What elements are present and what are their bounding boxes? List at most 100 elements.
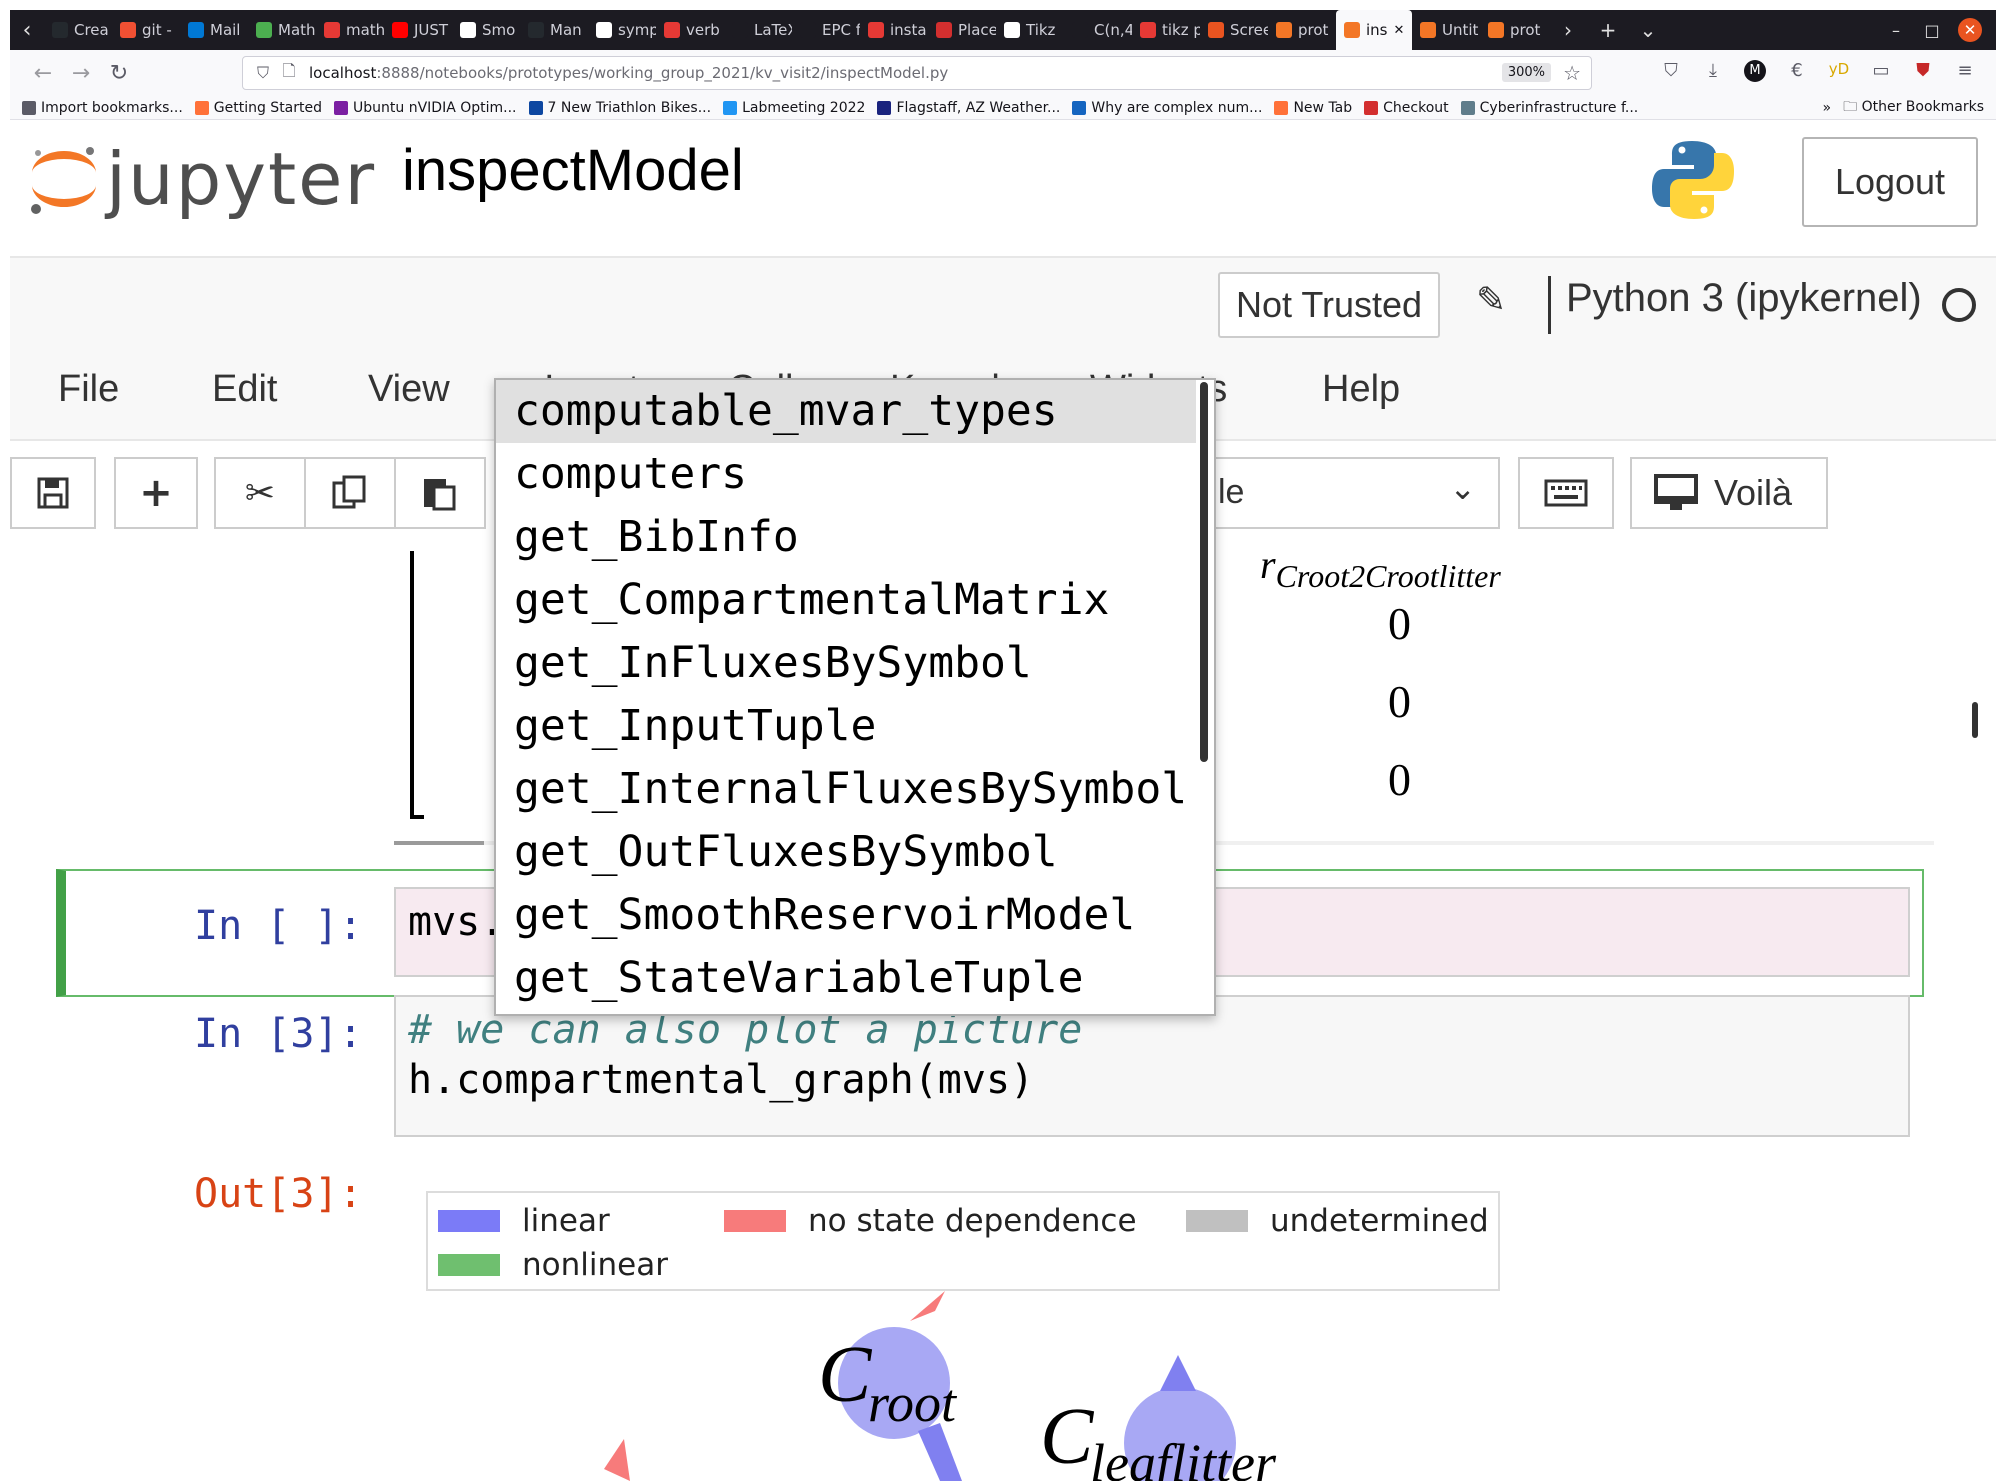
bookmark-item[interactable]: Flagstaff, AZ Weather... bbox=[877, 100, 1060, 116]
browser-tab[interactable]: Math bbox=[248, 10, 316, 50]
new-tab-icon[interactable]: + bbox=[1588, 18, 1628, 42]
ublock-icon[interactable]: ⛊ bbox=[1912, 60, 1934, 82]
completion-option[interactable]: computable_mvar_types bbox=[496, 380, 1196, 443]
window-close-icon[interactable]: ✕ bbox=[1958, 18, 1982, 42]
bookmark-item[interactable]: 7 New Triathlon Bikes... bbox=[528, 100, 711, 116]
page-info-icon[interactable]: 🗋 bbox=[277, 60, 301, 87]
kernel-name[interactable]: Python 3 (ipykernel) bbox=[1566, 276, 1922, 321]
bookmark-item[interactable]: Labmeeting 2022 bbox=[723, 100, 865, 116]
bookmark-item[interactable]: Getting Started bbox=[194, 100, 322, 116]
cut-button[interactable]: ✂ bbox=[214, 457, 306, 529]
browser-tab[interactable]: JUST bbox=[384, 10, 452, 50]
edit-pencil-icon[interactable]: ✎ bbox=[1476, 280, 1506, 321]
minimize-icon[interactable]: – bbox=[1878, 21, 1914, 40]
insert-cell-button[interactable]: + bbox=[114, 457, 198, 529]
list-tabs-icon[interactable]: ⌄ bbox=[1628, 18, 1668, 42]
browser-tab[interactable]: Scree bbox=[1200, 10, 1268, 50]
cell-type-select[interactable]: le ⌄ bbox=[1210, 457, 1500, 529]
scissors-icon: ✂ bbox=[244, 472, 276, 514]
copy-button[interactable] bbox=[304, 457, 396, 529]
keyboard-shortcuts-button[interactable] bbox=[1518, 457, 1614, 529]
more-bookmarks-icon[interactable]: » bbox=[1823, 100, 1832, 116]
browser-tab[interactable]: git - bbox=[112, 10, 180, 50]
completion-option[interactable]: computers bbox=[496, 443, 1214, 506]
browser-tab[interactable]: Untit bbox=[1412, 10, 1480, 50]
account-icon[interactable]: M bbox=[1744, 60, 1766, 82]
tab-favicon-icon bbox=[120, 22, 136, 38]
completion-option[interactable]: get_CompartmentalMatrix bbox=[496, 569, 1214, 632]
browser-tab[interactable]: Smo bbox=[452, 10, 520, 50]
browser-tab[interactable]: Crea bbox=[44, 10, 112, 50]
output-scroll-thumb[interactable] bbox=[394, 841, 484, 845]
jupyter-wordmark[interactable]: jupyter bbox=[106, 137, 376, 221]
completer-scrollbar[interactable] bbox=[1200, 382, 1208, 762]
tab-scroll-left-icon[interactable]: ‹ bbox=[10, 18, 44, 43]
browser-tab[interactable]: verb bbox=[656, 10, 724, 50]
maximize-icon[interactable]: □ bbox=[1914, 21, 1950, 40]
bookmark-star-icon[interactable]: ☆ bbox=[1563, 61, 1581, 85]
menu-view[interactable]: View bbox=[368, 368, 450, 411]
browser-tab[interactable]: LaTeX c bbox=[724, 10, 792, 50]
browser-tab[interactable]: prot bbox=[1268, 10, 1336, 50]
not-trusted-button[interactable]: Not Trusted bbox=[1218, 272, 1440, 338]
completion-option[interactable]: get_StateVariableTuple bbox=[496, 947, 1214, 1010]
browser-tab[interactable]: Place bbox=[928, 10, 996, 50]
autocomplete-dropdown[interactable]: computable_mvar_types computers get_BibInf… bbox=[494, 378, 1216, 1016]
jupyter-logo-icon[interactable] bbox=[24, 139, 104, 219]
voila-button[interactable]: Voilà bbox=[1630, 457, 1828, 529]
completion-option[interactable]: get_OutFluxesBySymbol bbox=[496, 821, 1214, 884]
url-bar[interactable]: ⛉ 🗋 localhost:8888/notebooks/prototypes/… bbox=[242, 56, 1592, 90]
tab-title: ins bbox=[1366, 21, 1388, 39]
forward-icon[interactable]: → bbox=[62, 61, 100, 86]
extension-icon[interactable]: € bbox=[1786, 60, 1808, 82]
back-icon[interactable]: ← bbox=[24, 61, 62, 86]
bookmark-item[interactable]: Checkout bbox=[1364, 100, 1449, 116]
completion-option[interactable]: get_InternalFluxesBySymbol bbox=[496, 758, 1214, 821]
save-button[interactable] bbox=[10, 457, 96, 529]
browser-tab[interactable]: Man bbox=[520, 10, 588, 50]
pocket-icon[interactable]: ⛉ bbox=[1660, 60, 1682, 82]
url-path: :8888/notebooks/prototypes/working_group… bbox=[376, 64, 949, 82]
logout-button[interactable]: Logout bbox=[1802, 137, 1978, 227]
downloads-icon[interactable]: ⤓ bbox=[1702, 60, 1724, 82]
tab-title: Crea bbox=[74, 21, 109, 39]
completion-option[interactable]: get_BibInfo bbox=[496, 506, 1214, 569]
app-menu-icon[interactable]: ≡ bbox=[1954, 60, 1976, 82]
paste-button[interactable] bbox=[394, 457, 486, 529]
completion-option[interactable]: get_SmoothReservoirModel bbox=[496, 884, 1214, 947]
completion-option[interactable]: get_InputTuple bbox=[496, 695, 1214, 758]
tab-list: Crea git - Mail Math math JUST Smo Man symp verb L… bbox=[44, 10, 1548, 50]
bookmark-item[interactable]: Cyberinfrastructure f... bbox=[1460, 100, 1638, 116]
yandex-icon[interactable]: yD bbox=[1828, 60, 1850, 82]
completion-option[interactable]: get_InFluxesBySymbol bbox=[496, 632, 1214, 695]
menu-edit[interactable]: Edit bbox=[212, 368, 277, 411]
tab-favicon-icon bbox=[1488, 22, 1504, 38]
menu-help[interactable]: Help bbox=[1322, 368, 1400, 411]
browser-tab[interactable]: EPC flov bbox=[792, 10, 860, 50]
page-scrollbar-thumb[interactable] bbox=[1972, 702, 1978, 738]
bookmark-item[interactable]: Import bookmarks... bbox=[22, 100, 183, 116]
bookmark-item[interactable]: New Tab bbox=[1274, 100, 1352, 116]
bookmark-item[interactable]: Why are complex num... bbox=[1072, 100, 1262, 116]
browser-tab[interactable]: ins ✕ bbox=[1336, 10, 1412, 50]
browser-tab[interactable]: prot bbox=[1480, 10, 1548, 50]
other-bookmarks-folder[interactable]: 🗀 Other Bookmarks bbox=[1843, 96, 1984, 120]
bookmark-item[interactable]: Ubuntu nVIDIA Optim... bbox=[334, 100, 517, 116]
browser-tab[interactable]: Mail bbox=[180, 10, 248, 50]
browser-tab[interactable]: insta bbox=[860, 10, 928, 50]
menu-file[interactable]: File bbox=[58, 368, 119, 411]
browser-tab[interactable]: symp bbox=[588, 10, 656, 50]
zoom-level-badge[interactable]: 300% bbox=[1501, 63, 1551, 82]
browser-tab[interactable]: math bbox=[316, 10, 384, 50]
tab-favicon-icon bbox=[188, 22, 204, 38]
reload-icon[interactable]: ↻ bbox=[100, 61, 138, 86]
container-icon[interactable]: ▭ bbox=[1870, 60, 1892, 82]
code-editor[interactable]: # we can also plot a picture h.compartme… bbox=[394, 995, 1910, 1137]
notebook-name[interactable]: inspectModel bbox=[402, 137, 744, 204]
tab-scroll-right-icon[interactable]: › bbox=[1548, 18, 1588, 42]
shield-icon[interactable]: ⛉ bbox=[251, 63, 275, 83]
browser-tab[interactable]: C(n,4) p bbox=[1064, 10, 1132, 50]
tab-close-icon[interactable]: ✕ bbox=[1394, 23, 1405, 38]
browser-tab[interactable]: Tikz bbox=[996, 10, 1064, 50]
browser-tab[interactable]: tikz p bbox=[1132, 10, 1200, 50]
